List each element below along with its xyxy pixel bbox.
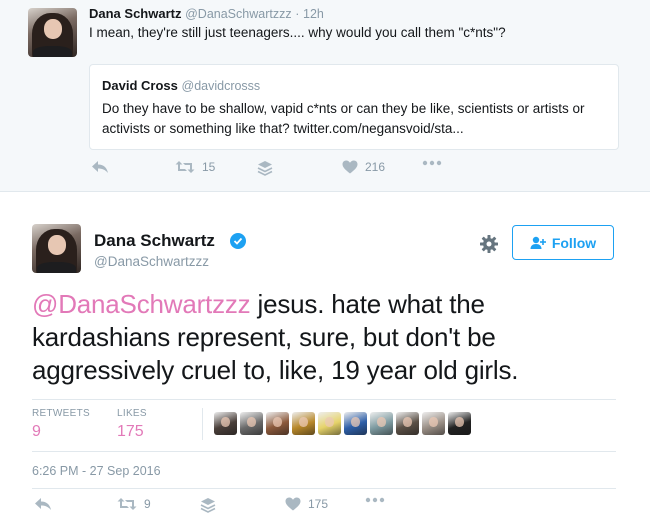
liker-avatar[interactable] — [214, 412, 237, 435]
buffer-button[interactable] — [257, 160, 273, 176]
divider — [32, 488, 616, 489]
author-name[interactable]: Dana Schwartz — [94, 231, 215, 251]
add-user-icon — [530, 236, 546, 249]
more-icon — [365, 497, 385, 503]
author-handle[interactable]: @DanaSchwartzzz — [185, 7, 291, 21]
divider — [32, 399, 616, 400]
tweet-text: @DanaSchwartzzz jesus. hate what the kar… — [32, 288, 617, 387]
quoted-tweet[interactable]: David Cross @davidcrosss Do they have to… — [89, 64, 619, 150]
liker-avatar[interactable] — [370, 412, 393, 435]
retweets-count: 9 — [32, 423, 41, 440]
follow-button[interactable]: Follow — [512, 225, 614, 260]
retweet-icon — [117, 498, 137, 510]
likes-stat[interactable]: LIKES 175 — [117, 408, 147, 441]
retweet-icon — [175, 161, 195, 173]
layers-icon — [200, 498, 216, 513]
reply-action-bar: 15 216 — [89, 160, 469, 182]
like-button[interactable]: 175 — [285, 497, 328, 511]
retweet-count: 9 — [144, 497, 151, 511]
reply-button[interactable] — [91, 160, 109, 174]
layers-icon — [257, 161, 273, 176]
like-button[interactable]: 216 — [342, 160, 385, 174]
more-icon — [422, 160, 442, 166]
liker-avatar[interactable] — [396, 412, 419, 435]
heart-icon — [342, 160, 358, 174]
verified-badge-icon — [230, 233, 246, 249]
reply-author-line: Dana Schwartz @DanaSchwartzzz · 12h — [89, 6, 324, 21]
retweets-stat[interactable]: RETWEETS 9 — [32, 408, 90, 441]
liker-avatar[interactable] — [448, 412, 471, 435]
avatar[interactable] — [32, 224, 81, 273]
retweet-count: 15 — [202, 160, 216, 174]
follow-label: Follow — [551, 234, 597, 251]
like-count: 216 — [365, 160, 386, 174]
more-button[interactable] — [365, 497, 385, 503]
reply-tweet[interactable]: Dana Schwartz @DanaSchwartzzz · 12h I me… — [0, 0, 650, 192]
divider — [32, 451, 616, 452]
gear-icon[interactable] — [479, 234, 499, 254]
retweet-button[interactable]: 9 — [117, 497, 151, 511]
liker-avatar[interactable] — [422, 412, 445, 435]
quoted-author-line: David Cross @davidcrosss — [102, 78, 260, 93]
quoted-tweet-text: Do they have to be shallow, vapid c*nts … — [102, 101, 585, 136]
main-action-bar: 9 175 — [32, 497, 412, 519]
author-name[interactable]: Dana Schwartz — [89, 6, 181, 21]
buffer-button[interactable] — [200, 497, 216, 513]
avatar[interactable] — [28, 8, 77, 57]
likes-count: 175 — [117, 423, 144, 440]
separator-dot: · — [295, 7, 300, 21]
heart-icon — [285, 497, 301, 511]
tweet-timestamp[interactable]: 6:26 PM - 27 Sep 2016 — [32, 464, 161, 478]
mention-link[interactable]: @DanaSchwartzzz — [32, 289, 251, 319]
quoted-author-name: David Cross — [102, 78, 178, 93]
stat-separator — [202, 408, 203, 440]
author-handle[interactable]: @DanaSchwartzzz — [94, 254, 209, 269]
reply-button[interactable] — [34, 497, 52, 511]
liker-avatar[interactable] — [318, 412, 341, 435]
tweet-time[interactable]: 12h — [303, 7, 324, 21]
likes-label: LIKES — [117, 408, 147, 419]
reply-icon — [35, 498, 51, 510]
quoted-author-handle: @davidcrosss — [181, 79, 261, 93]
like-count: 175 — [308, 497, 329, 511]
likers-avatars — [214, 412, 471, 435]
liker-avatar[interactable] — [292, 412, 315, 435]
reply-tweet-text: I mean, they're still just teenagers....… — [89, 25, 506, 40]
retweets-label: RETWEETS — [32, 408, 90, 419]
liker-avatar[interactable] — [344, 412, 367, 435]
liker-avatar[interactable] — [266, 412, 289, 435]
more-button[interactable] — [422, 160, 442, 166]
liker-avatar[interactable] — [240, 412, 263, 435]
retweet-button[interactable]: 15 — [175, 160, 215, 174]
reply-icon — [92, 161, 108, 173]
